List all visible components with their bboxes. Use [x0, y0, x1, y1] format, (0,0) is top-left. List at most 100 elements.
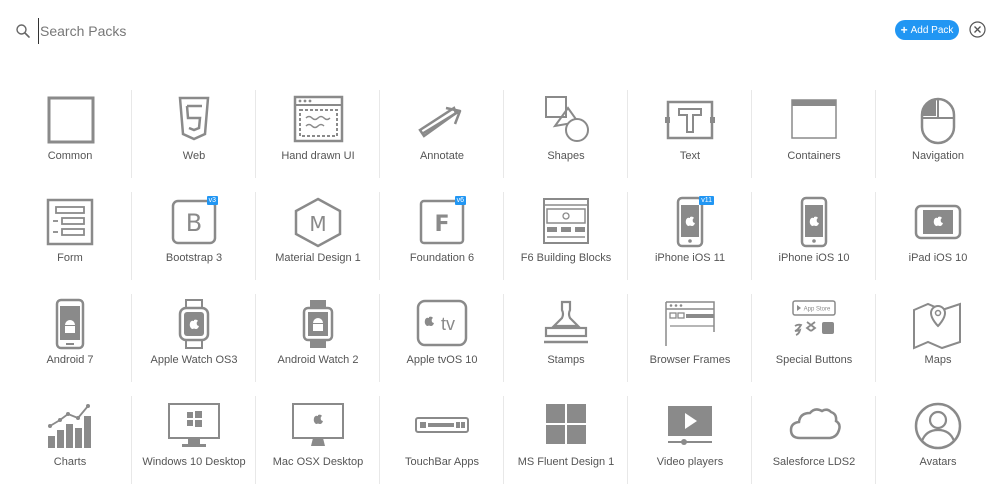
pack-label: iPhone iOS 10 [778, 252, 850, 264]
pack-icon-wrapper [166, 399, 222, 453]
pack-tile[interactable]: Form [8, 192, 132, 294]
pack-icon-wrapper [290, 93, 346, 147]
pack-icon-wrapper [166, 93, 222, 147]
pack-tile[interactable]: Windows 10 Desktop [132, 396, 256, 498]
pack-tile[interactable]: iPad iOS 10 [876, 192, 1000, 294]
pack-icon-wrapper [786, 195, 842, 249]
pack-label: F6 Building Blocks [520, 252, 612, 264]
android-phone-icon [55, 298, 85, 350]
pack-icon-wrapper [662, 93, 718, 147]
map-icon [913, 302, 961, 350]
pack-tile[interactable]: Android 7 [8, 294, 132, 396]
pack-tile[interactable]: tv Apple tvOS 10 [380, 294, 504, 396]
pack-tile[interactable]: Navigation [876, 90, 1000, 192]
arrow-icon [418, 106, 462, 138]
pack-label: Avatars [919, 456, 957, 468]
pack-label: Material Design 1 [275, 252, 361, 264]
apple-tv-icon: tv [416, 299, 468, 347]
pack-icon-wrapper [166, 297, 222, 351]
pack-label: Hand drawn UI [281, 150, 355, 162]
icon-text: App Store [804, 307, 831, 313]
pack-tile[interactable]: Browser Frames [628, 294, 752, 396]
pack-label: Mac OSX Desktop [272, 456, 364, 468]
apple-logo-icon [424, 316, 434, 326]
pack-grid: Common Web Hand drawn UI Annotate Shapes… [8, 90, 1000, 498]
pack-label: Web [182, 150, 206, 162]
pack-icon-wrapper [42, 195, 98, 249]
pack-tile[interactable]: Mac OSX Desktop [256, 396, 380, 498]
pack-tile[interactable]: Text [628, 90, 752, 192]
hand-drawn-window-icon [293, 95, 344, 143]
pack-tile[interactable]: App Store Special Buttons [752, 294, 876, 396]
html5-icon [178, 96, 210, 141]
pack-tile[interactable]: M Material Design 1 [256, 192, 380, 294]
pack-icon-wrapper [414, 93, 470, 147]
search-icon [16, 24, 30, 38]
pack-label: Video players [656, 456, 724, 468]
pack-tile[interactable]: Android Watch 2 [256, 294, 380, 396]
pack-tile[interactable]: TouchBar Apps [380, 396, 504, 498]
plus-icon: + [900, 23, 908, 37]
pack-tile[interactable]: Stamps [504, 294, 628, 396]
pack-icon-wrapper: v11 [662, 195, 718, 249]
pack-label: Apple Watch OS3 [150, 354, 238, 366]
pack-tile[interactable]: Bv3 Bootstrap 3 [132, 192, 256, 294]
pack-tile[interactable]: Annotate [380, 90, 504, 192]
pack-tile[interactable]: Maps [876, 294, 1000, 396]
pack-tile[interactable]: Video players [628, 396, 752, 498]
pack-icon-wrapper [538, 297, 594, 351]
square-icon [47, 96, 95, 144]
pack-tile[interactable]: v11 iPhone iOS 11 [628, 192, 752, 294]
pack-tile[interactable]: iPhone iOS 10 [752, 192, 876, 294]
add-pack-button[interactable]: + Add Pack [895, 20, 959, 40]
svg-text:M: M [309, 212, 326, 236]
fluent-icon [546, 404, 586, 444]
version-badge: v11 [699, 196, 714, 205]
pack-tile[interactable]: Hand drawn UI [256, 90, 380, 192]
pack-tile[interactable]: Shapes [504, 90, 628, 192]
pack-label: Android Watch 2 [277, 354, 359, 366]
pack-label: TouchBar Apps [405, 456, 479, 468]
pack-icon-wrapper [290, 399, 346, 453]
pack-icon-wrapper [42, 297, 98, 351]
version-badge: v6 [454, 196, 466, 205]
mac-desktop-icon [292, 403, 344, 446]
pack-label: Shapes [547, 150, 585, 162]
avatar-icon [914, 402, 962, 450]
pack-tile[interactable]: Web [132, 90, 256, 192]
pack-label: Stamps [547, 354, 585, 366]
pack-tile[interactable]: Charts [8, 396, 132, 498]
pack-tile[interactable]: Fv6 Foundation 6 [380, 192, 504, 294]
pack-icon-wrapper [414, 399, 470, 453]
pack-icon-wrapper: App Store [786, 297, 842, 351]
pack-tile[interactable]: Avatars [876, 396, 1000, 498]
pack-label: Windows 10 Desktop [142, 456, 246, 468]
pack-tile[interactable]: F6 Building Blocks [504, 192, 628, 294]
pack-label: Apple tvOS 10 [406, 354, 478, 366]
windows-desktop-icon [168, 403, 220, 447]
close-icon[interactable] [969, 21, 986, 38]
pack-label: Annotate [419, 150, 465, 162]
add-pack-label: Add Pack [910, 24, 954, 36]
cloud-icon [789, 408, 841, 440]
pack-label: Common [47, 150, 93, 162]
special-buttons-icon: App Store [792, 300, 836, 336]
pack-label: Browser Frames [649, 354, 731, 366]
apple-watch-icon [178, 299, 210, 349]
search-input[interactable] [38, 18, 640, 44]
icon-text: tv [441, 314, 455, 334]
pack-tile[interactable]: Containers [752, 90, 876, 192]
pack-tile[interactable]: MS Fluent Design 1 [504, 396, 628, 498]
pack-label: Maps [924, 354, 952, 366]
material-icon: M [294, 197, 342, 248]
ipad-icon [914, 204, 962, 240]
pack-icon-wrapper [538, 399, 594, 453]
android-watch-icon [302, 300, 334, 348]
pack-tile[interactable]: Common [8, 90, 132, 192]
pack-label: Salesforce LDS2 [772, 456, 856, 468]
top-bar: + Add Pack [0, 0, 1000, 60]
pack-label: MS Fluent Design 1 [517, 456, 615, 468]
pack-tile[interactable]: Salesforce LDS2 [752, 396, 876, 498]
pack-tile[interactable]: Apple Watch OS3 [132, 294, 256, 396]
pack-icon-wrapper: Fv6 [414, 195, 470, 249]
